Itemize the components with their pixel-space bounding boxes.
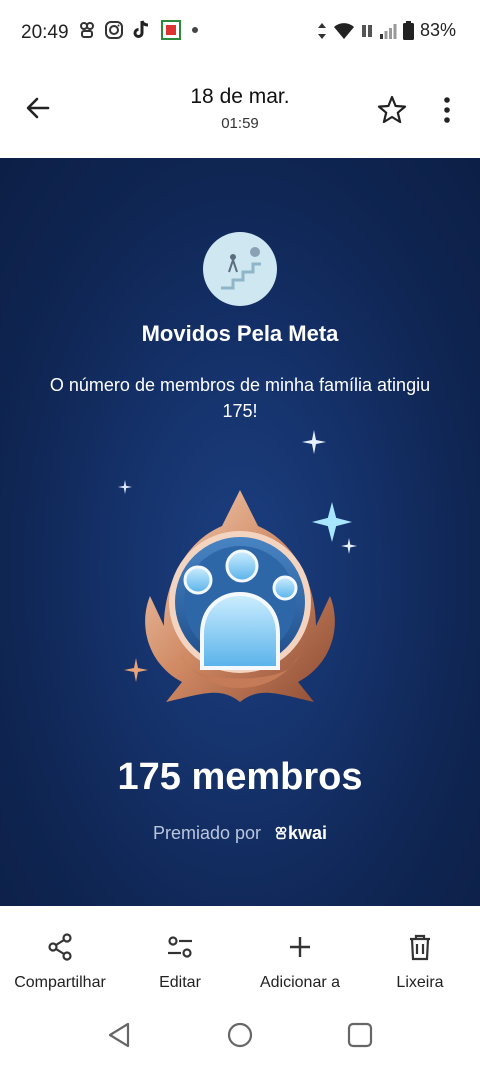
battery-icon bbox=[402, 21, 414, 40]
action-bar: Compartilhar Editar Adicionar a Lixeira bbox=[0, 906, 480, 1010]
trash-button[interactable]: Lixeira bbox=[360, 932, 480, 992]
page-subtitle: 01:59 bbox=[221, 115, 259, 132]
share-button[interactable]: Compartilhar bbox=[0, 932, 120, 992]
share-icon bbox=[48, 933, 72, 961]
avatar bbox=[203, 232, 277, 306]
kwai-logo-icon bbox=[275, 826, 287, 840]
dot-icon bbox=[192, 27, 198, 33]
member-count: 175 membros bbox=[117, 756, 363, 798]
achievement-badge-icon bbox=[145, 490, 335, 702]
status-right: 83% bbox=[317, 20, 456, 41]
edit-button[interactable]: Editar bbox=[120, 932, 240, 992]
kwai-logo: kwai bbox=[274, 823, 327, 843]
nav-recents-icon[interactable] bbox=[345, 1020, 375, 1050]
instagram-icon bbox=[105, 21, 123, 39]
edit-label: Editar bbox=[159, 974, 201, 991]
battery-percent: 83% bbox=[419, 20, 456, 40]
trash-icon bbox=[410, 934, 430, 961]
add-icon bbox=[290, 937, 310, 957]
kwai-notification-icon bbox=[80, 22, 94, 38]
status-time: 20:49 bbox=[21, 22, 69, 43]
system-nav-bar bbox=[0, 1010, 480, 1066]
more-options-icon[interactable] bbox=[437, 94, 457, 126]
app-bar: 18 de mar. 01:59 bbox=[0, 64, 480, 158]
favorite-star-icon[interactable] bbox=[376, 94, 408, 126]
achievement-title: Movidos Pela Meta bbox=[141, 321, 339, 346]
add-to-label: Adicionar a bbox=[259, 974, 341, 991]
wifi-icon bbox=[333, 22, 354, 39]
stairs-illustration-icon bbox=[221, 247, 261, 290]
tiktok-icon bbox=[133, 20, 149, 38]
kwai-brand-text: kwai bbox=[288, 823, 328, 843]
achievement-message: O número de membros de minha família ati… bbox=[49, 375, 431, 421]
status-bar: 20:49 83% bbox=[0, 0, 480, 64]
signal-icon bbox=[379, 23, 397, 39]
awarded-by-label: Premiado por bbox=[152, 823, 261, 843]
edit-icon bbox=[168, 936, 192, 958]
awarded-by: Premiado por kwai bbox=[0, 823, 480, 844]
nav-back-icon[interactable] bbox=[104, 1020, 134, 1050]
trash-label: Lixeira bbox=[396, 974, 444, 991]
page-title: 18 de mar. bbox=[190, 85, 290, 108]
share-label: Compartilhar bbox=[14, 974, 106, 991]
data-arrows-icon bbox=[317, 22, 326, 39]
nav-home-icon[interactable] bbox=[225, 1020, 255, 1050]
sparkle-icon bbox=[302, 430, 326, 454]
volte-icon bbox=[361, 24, 372, 37]
notification-icons bbox=[79, 20, 199, 40]
achievement-image[interactable]: Movidos Pela Meta O número de membros de… bbox=[0, 158, 480, 906]
app-notification-icon bbox=[161, 20, 181, 40]
add-to-button[interactable]: Adicionar a bbox=[240, 932, 360, 992]
